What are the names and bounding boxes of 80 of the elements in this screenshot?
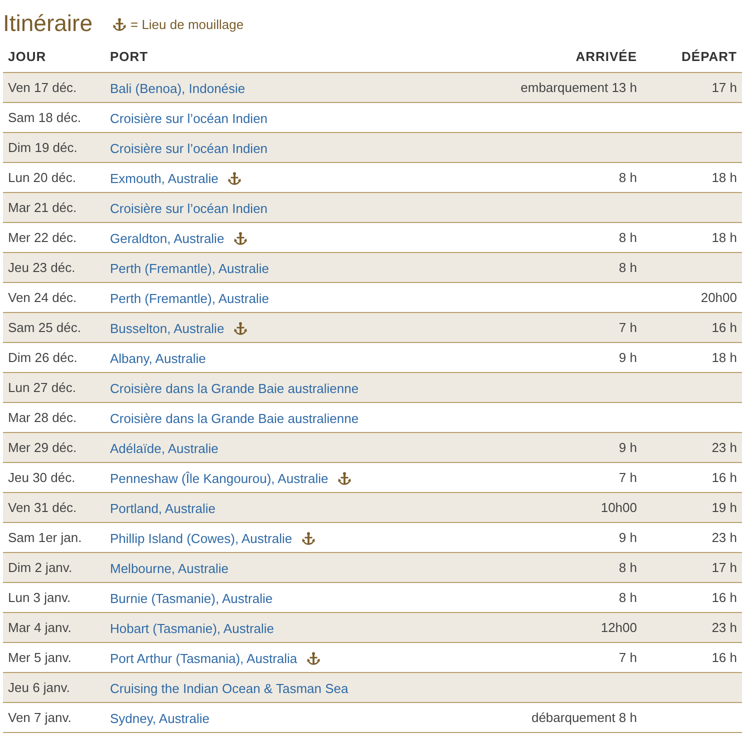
page-title: Itinéraire — [3, 10, 92, 36]
port-link[interactable]: Melbourne, Australie — [110, 560, 229, 576]
day-cell: Ven 7 janv. — [8, 710, 72, 725]
day-cell: Ven 24 déc. — [8, 290, 77, 305]
day-cell: Jeu 6 janv. — [8, 680, 70, 695]
day-cell: Mar 4 janv. — [8, 620, 72, 635]
day-cell: Mar 21 déc. — [8, 200, 77, 215]
departure-time: 17 h — [712, 80, 737, 95]
day-cell: Dim 26 déc. — [8, 350, 78, 365]
port-link[interactable]: Albany, Australie — [110, 350, 206, 366]
port-link[interactable]: Geraldton, Australie — [110, 230, 224, 246]
port-link[interactable]: Adélaïde, Australie — [110, 440, 218, 456]
column-header: PORT — [105, 40, 466, 72]
day-cell: Lun 27 déc. — [8, 380, 76, 395]
day-cell: Sam 25 déc. — [8, 320, 81, 335]
departure-time: 20h00 — [700, 290, 737, 305]
departure-time: 18 h — [712, 350, 737, 365]
port-link[interactable]: Phillip Island (Cowes), Australie — [110, 530, 292, 546]
port-link[interactable]: Busselton, Australie — [110, 320, 224, 336]
column-header: DÉPART — [642, 40, 742, 72]
departure-time: 16 h — [712, 650, 737, 665]
arrival-time: 8 h — [618, 590, 637, 605]
arrival-time: 12h00 — [600, 620, 637, 635]
port-link[interactable]: Penneshaw (Île Kangourou), Australie — [110, 470, 328, 486]
arrival-time: 8 h — [618, 260, 637, 275]
port-link[interactable]: Cruising the Indian Ocean & Tasman Sea — [110, 680, 348, 696]
port-link[interactable]: Portland, Australie — [110, 500, 216, 516]
port-link[interactable]: Perth (Fremantle), Australie — [110, 290, 269, 306]
day-cell: Ven 17 déc. — [8, 80, 77, 95]
port-link[interactable]: Exmouth, Australie — [110, 170, 218, 186]
port-link[interactable]: Burnie (Tasmanie), Australie — [110, 590, 273, 606]
anchor-icon — [112, 17, 128, 32]
arrival-time: 8 h — [618, 560, 637, 575]
column-header: JOUR — [3, 40, 105, 72]
departure-time: 17 h — [712, 560, 737, 575]
arrival-time: 8 h — [618, 230, 637, 245]
column-header: ARRIVÉE — [466, 40, 642, 72]
day-cell: Mer 5 janv. — [8, 650, 72, 665]
day-cell: Lun 3 janv. — [8, 590, 71, 605]
departure-time: 23 h — [712, 530, 737, 545]
arrival-time: 9 h — [618, 530, 637, 545]
port-link[interactable]: Croisière sur l’océan Indien — [110, 140, 268, 156]
arrival-time: 10h00 — [600, 500, 637, 515]
port-link[interactable]: Port Arthur (Tasmania), Australia — [110, 650, 298, 666]
port-link[interactable]: Perth (Fremantle), Australie — [110, 260, 269, 276]
day-cell: Jeu 23 déc. — [8, 260, 76, 275]
arrival-time: 8 h — [618, 170, 637, 185]
port-link[interactable]: Croisière sur l’océan Indien — [110, 110, 268, 126]
port-link[interactable]: Croisière dans la Grande Baie australienne — [110, 410, 359, 426]
port-link[interactable]: Croisière sur l’océan Indien — [110, 200, 268, 216]
arrival-time: 7 h — [618, 320, 637, 335]
day-cell: Jeu 30 déc. — [8, 470, 76, 485]
day-cell: Mar 28 déc. — [8, 410, 77, 425]
port-link[interactable]: Bali (Benoa), Indonésie — [110, 80, 246, 96]
day-cell: Dim 2 janv. — [8, 560, 72, 575]
departure-time: 23 h — [712, 440, 737, 455]
arrival-time: embarquement 13 h — [520, 80, 637, 95]
port-link[interactable]: Sydney, Australie — [110, 710, 210, 726]
port-link[interactable]: Croisière dans la Grande Baie australienne — [110, 380, 359, 396]
day-cell: Mer 29 déc. — [8, 440, 77, 455]
day-cell: Ven 31 déc. — [8, 500, 77, 515]
day-cell: Dim 19 déc. — [8, 140, 78, 155]
departure-time: 16 h — [712, 320, 737, 335]
arrival-time: 7 h — [618, 650, 637, 665]
day-cell: Sam 1er jan. — [8, 530, 82, 545]
departure-time: 16 h — [712, 470, 737, 485]
departure-time: 23 h — [712, 620, 737, 635]
day-cell: Mer 22 déc. — [8, 230, 77, 245]
legend-text: = Lieu de mouillage — [130, 17, 244, 32]
port-link[interactable]: Hobart (Tasmanie), Australie — [110, 620, 274, 636]
arrival-time: 7 h — [618, 470, 637, 485]
departure-time: 19 h — [712, 500, 737, 515]
departure-time: 18 h — [712, 170, 737, 185]
arrival-time: 9 h — [618, 350, 637, 365]
departure-time: 16 h — [712, 590, 737, 605]
arrival-time: 9 h — [618, 440, 637, 455]
day-cell: Lun 20 déc. — [8, 170, 76, 185]
day-cell: Sam 18 déc. — [8, 110, 81, 125]
arrival-time: débarquement 8 h — [531, 710, 637, 725]
departure-time: 18 h — [712, 230, 737, 245]
